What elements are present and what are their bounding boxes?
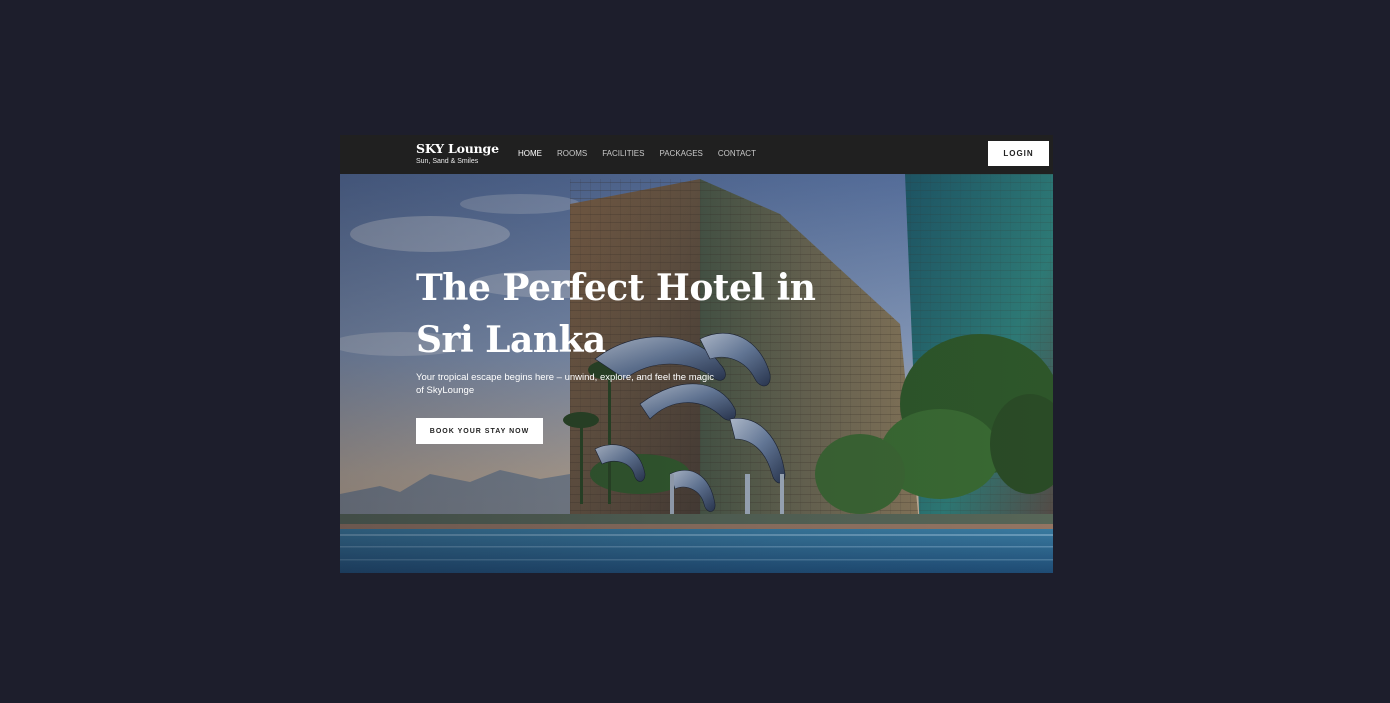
brand-logo[interactable]: SKY Lounge Sun, Sand & Smiles: [416, 142, 499, 166]
nav-item-facilities[interactable]: FACILITIES: [602, 148, 644, 160]
nav-item-packages[interactable]: PACKAGES: [659, 148, 702, 160]
nav-item-contact[interactable]: CONTACT: [718, 148, 756, 160]
hero-subtitle: Your tropical escape begins here – unwin…: [416, 372, 715, 396]
login-button[interactable]: LOGIN: [988, 141, 1049, 166]
brand-tagline: Sun, Sand & Smiles: [416, 158, 479, 165]
navbar: SKY Lounge Sun, Sand & Smiles HOME ROOMS…: [340, 135, 1053, 174]
hero-section: The Perfect Hotel in Sri Lanka Your trop…: [340, 174, 1053, 573]
brand-name: SKY Lounge: [416, 141, 499, 156]
hero-title: The Perfect Hotel in Sri Lanka: [416, 267, 816, 361]
nav-menu: HOME ROOMS FACILITIES PACKAGES CONTACT: [518, 148, 771, 160]
website-frame: SKY Lounge Sun, Sand & Smiles HOME ROOMS…: [340, 135, 1053, 573]
book-stay-button[interactable]: BOOK YOUR STAY NOW: [416, 418, 543, 444]
nav-item-home[interactable]: HOME: [518, 148, 542, 160]
nav-item-rooms[interactable]: ROOMS: [557, 148, 587, 160]
